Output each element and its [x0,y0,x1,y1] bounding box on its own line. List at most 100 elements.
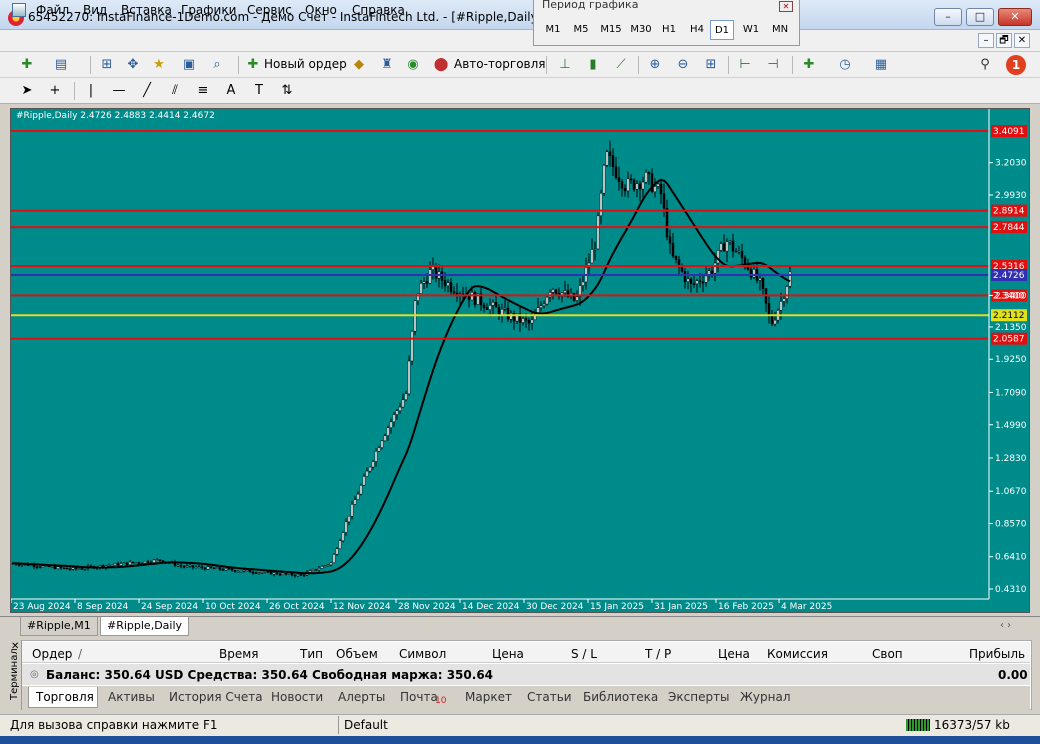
menu-help[interactable]: Справка [352,3,405,17]
horizontal-line-icon[interactable]: — [110,82,128,100]
menu-file[interactable]: Файл [36,3,69,17]
fibonacci-icon[interactable]: ≡ [194,82,212,100]
col-time[interactable]: Время [219,647,259,661]
indicators-icon[interactable]: ✚ [800,56,818,74]
candle-body [233,570,237,572]
chart-shift-icon[interactable]: ⊢ [736,56,754,74]
period-m15[interactable]: M15 [596,20,626,40]
mdi-restore-button[interactable]: 🗗 [996,33,1012,48]
tab-account-history[interactable]: История Счета [169,690,263,704]
signals-icon[interactable]: ♜ [378,56,396,74]
candle-body [380,440,384,448]
metaeditor-icon[interactable]: ◆ [350,56,368,74]
period-m30[interactable]: M30 [626,20,656,40]
col-profit[interactable]: Прибыль [969,647,1025,661]
candle-body [53,566,57,570]
cursor-icon[interactable]: ➤ [18,82,36,100]
tab-trade[interactable]: Торговля [36,690,94,704]
candle-body [494,302,498,308]
price-chart[interactable]: 3.40912.89142.78442.53162.47262.34002.21… [10,109,1029,612]
period-d1[interactable]: D1 [710,20,734,40]
mdi-close-button[interactable]: ✕ [1014,33,1030,48]
candlestick-icon[interactable]: ▮ [584,56,602,74]
chart-tab-daily[interactable]: #Ripple,Daily [100,617,190,636]
col-commission[interactable]: Комиссия [767,647,828,661]
chart-area[interactable]: 3.4091 2.8914 2.7844 2.5316 2.4726 2.3400 2.21… [10,108,1030,613]
period-m1[interactable]: M1 [540,20,566,40]
tab-articles[interactable]: Статьи [527,690,572,704]
autoscroll-icon[interactable]: ⊣ [764,56,782,74]
col-swap[interactable]: Своп [872,647,903,661]
tab-scroll-arrows-icon[interactable]: ‹ › [1000,620,1011,631]
close-button[interactable]: ✕ [998,8,1032,26]
period-h4[interactable]: H4 [684,20,710,40]
arrows-icon[interactable]: ⇅ [278,82,296,100]
col-tp[interactable]: T / P [645,647,671,661]
candle-body [116,563,120,566]
chart-tab-m1[interactable]: #Ripple,M1 [20,617,98,636]
tab-assets[interactable]: Активы [108,690,155,704]
periods-icon[interactable]: ◷ [836,56,854,74]
candle-body [428,269,432,284]
col-order[interactable]: Ордер [32,647,72,661]
period-mn[interactable]: MN [766,20,794,40]
maximize-button[interactable]: □ [966,8,994,26]
menu-view[interactable]: Вид [83,3,107,17]
tile-windows-icon[interactable]: ⊞ [702,56,720,74]
broadcast-icon[interactable]: ◉ [404,56,422,74]
zoom-in-icon[interactable]: ⊕ [646,56,664,74]
col-sl[interactable]: S / L [571,647,597,661]
tab-experts[interactable]: Эксперты [668,690,730,704]
crosshair-icon[interactable]: + [46,82,64,100]
col-current-price[interactable]: Цена [718,647,750,661]
candle-body [284,572,288,575]
tab-alerts[interactable]: Алерты [338,690,385,704]
menu-window[interactable]: Окно [305,3,337,17]
col-volume[interactable]: Объем [336,647,378,661]
period-h1[interactable]: H1 [656,20,682,40]
search-icon[interactable]: ⚲ [976,56,994,74]
tab-market[interactable]: Маркет [465,690,512,704]
bar-chart-icon[interactable]: ⊥ [556,56,574,74]
menu-charts[interactable]: Графики [181,3,236,17]
col-symbol[interactable]: Символ [399,647,446,661]
candle-body [137,562,141,564]
period-m5[interactable]: M5 [568,20,594,40]
col-type[interactable]: Тип [300,647,323,661]
col-price[interactable]: Цена [492,647,524,661]
notifications-icon[interactable]: 1 [1006,55,1026,75]
text-icon[interactable]: A [222,82,240,100]
zoom-out-icon[interactable]: ⊖ [674,56,692,74]
period-w1[interactable]: W1 [738,20,764,40]
auto-trading-icon[interactable]: ⬤ [432,56,450,74]
tab-journal[interactable]: Журнал [740,690,791,704]
menu-insert[interactable]: Вставка [121,3,172,17]
new-order-icon[interactable]: ✚ [244,56,262,74]
tab-library[interactable]: Библиотека [583,690,658,704]
text-label-icon[interactable]: T [250,82,268,100]
trendline-icon[interactable]: ╱ [138,82,156,100]
terminal-icon[interactable]: ▣ [180,56,198,74]
candle-body [299,574,303,576]
channel-icon[interactable]: ⫽ [166,82,184,100]
document-menu-icon[interactable] [12,3,26,17]
auto-trading-button[interactable]: Авто-торговля [454,57,546,71]
candle-body [620,181,624,189]
menu-tools[interactable]: Сервис [247,3,292,17]
tab-news[interactable]: Новости [271,690,323,704]
navigator-icon[interactable]: ✥ [124,56,142,74]
mdi-minimize-button[interactable]: – [978,33,994,48]
tab-mailbox[interactable]: Почта [400,690,438,704]
line-chart-icon[interactable]: ⟋ [612,56,630,74]
new-order-button[interactable]: Новый ордер [264,57,347,71]
candle-body [320,566,324,569]
profiles-icon[interactable]: ▤ [52,56,70,74]
new-chart-icon[interactable]: ✚ [18,56,36,74]
market-watch-icon[interactable]: ⊞ [98,56,116,74]
data-window-icon[interactable]: ★ [150,56,168,74]
strategy-tester-icon[interactable]: ⌕ [208,56,226,74]
templates-icon[interactable]: ▦ [872,56,890,74]
vertical-line-icon[interactable]: | [82,82,100,100]
minimize-button[interactable]: – [934,8,962,26]
period-panel-close-icon[interactable]: ✕ [779,1,793,12]
